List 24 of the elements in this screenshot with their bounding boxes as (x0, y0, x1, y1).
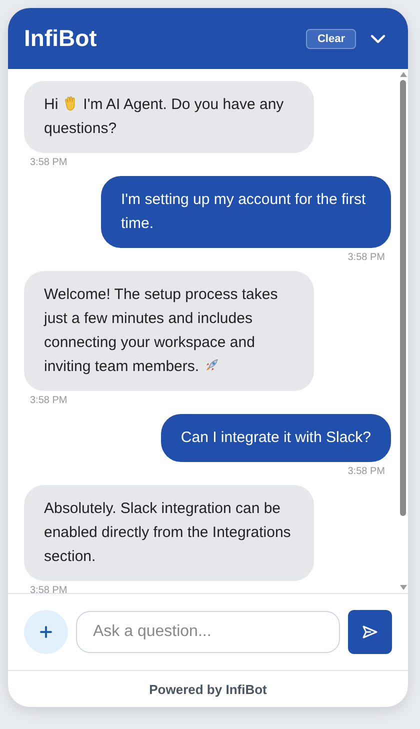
scroll-down-icon[interactable] (400, 585, 406, 590)
clear-button[interactable]: Clear (306, 28, 356, 48)
message-text: inviting team members. (44, 358, 200, 375)
plus-icon (40, 626, 52, 638)
question-input-field[interactable]: Ask a question... (76, 611, 340, 653)
powered-by-text: Powered by InfiBot (149, 682, 267, 696)
message-text: Can I integrate it with Slack? (180, 429, 371, 446)
message-time: 3:58 PM (30, 157, 68, 168)
send-button[interactable] (348, 610, 392, 654)
message-time: 3:58 PM (30, 585, 68, 593)
message-text: I'm setting up my account for the first time. (121, 191, 366, 232)
scrollbar-thumb[interactable] (400, 80, 406, 516)
message-time: 3:58 PM (30, 395, 68, 406)
app-title: InfiBot (24, 25, 97, 52)
message-time: 3:58 PM (348, 252, 385, 263)
chevron-down-icon[interactable] (370, 34, 386, 44)
message-text: Hi (44, 96, 58, 113)
message-text: I'm AI Agent. Do you have any (83, 96, 284, 113)
scroll-up-icon[interactable] (400, 72, 406, 77)
send-icon (362, 625, 378, 639)
message-time: 3:58 PM (348, 466, 385, 477)
add-button[interactable] (24, 610, 68, 654)
message-text: questions? (44, 120, 117, 137)
message-text: Absolutely. Slack integration can be enabled directly from the Integrations section. (44, 500, 291, 565)
